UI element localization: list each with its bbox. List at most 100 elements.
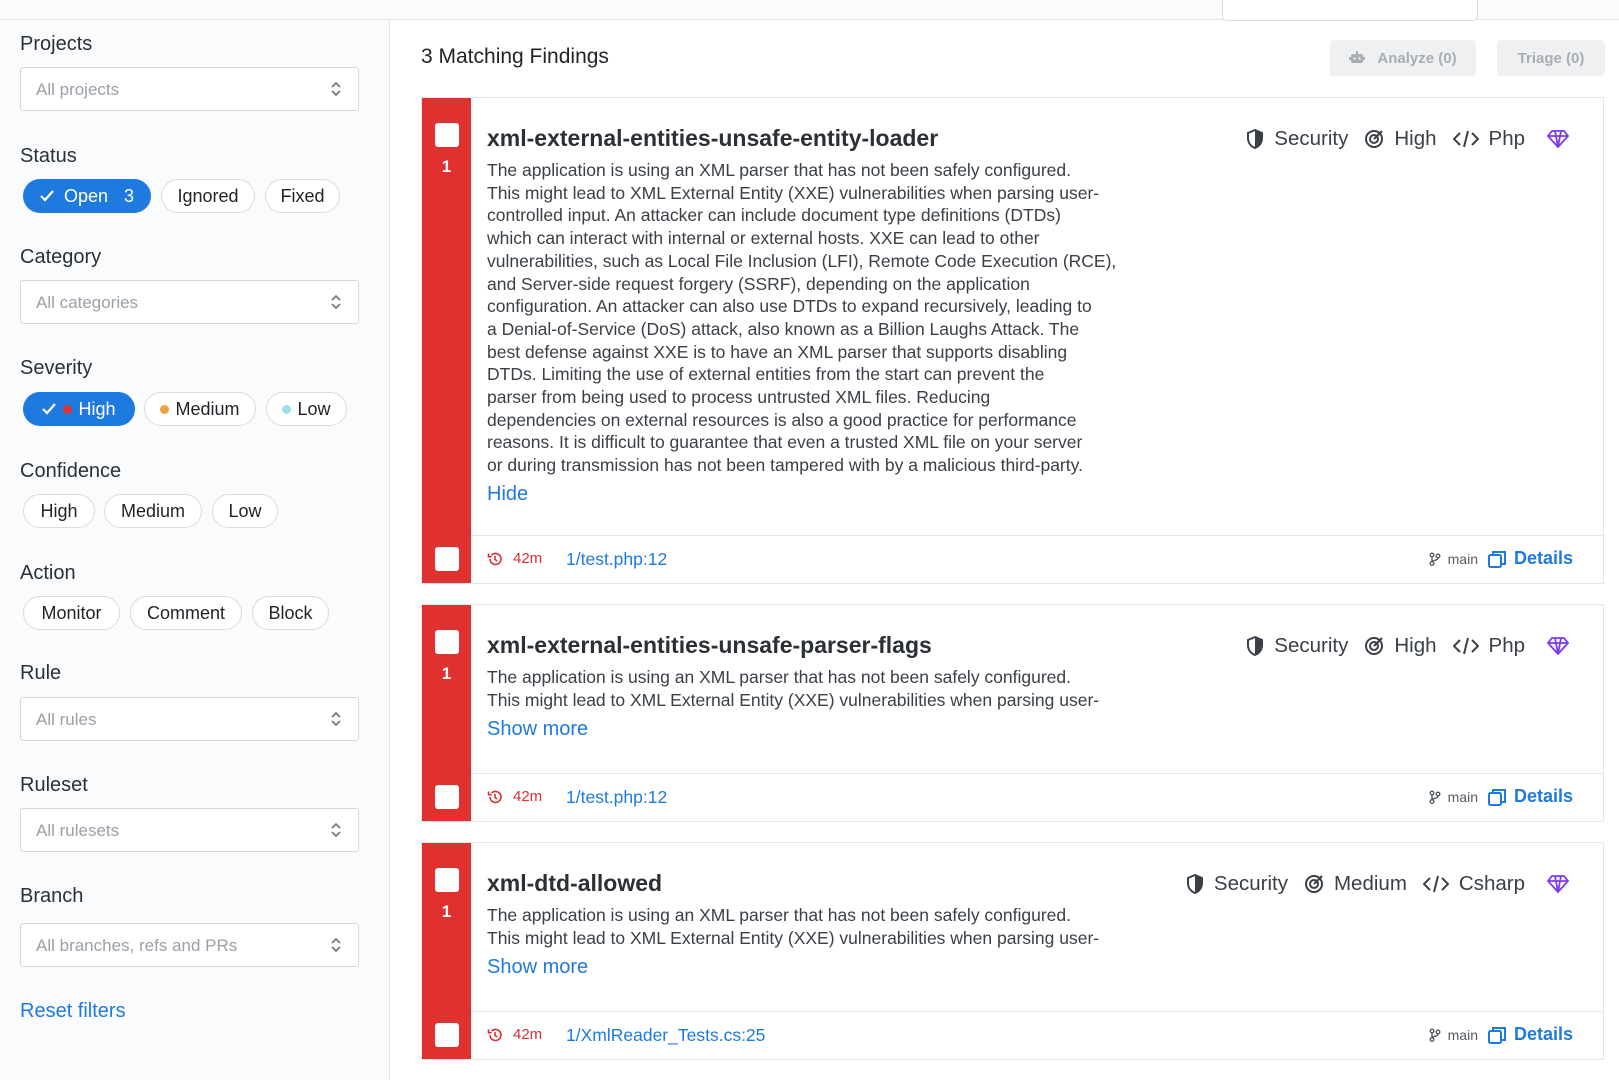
category-placeholder: All categories xyxy=(36,293,139,312)
ruleset-title: Ruleset xyxy=(20,774,88,796)
severity-low-pill[interactable]: Low xyxy=(266,392,347,426)
severity-high-dot xyxy=(63,404,73,414)
top-search-field[interactable] xyxy=(1222,0,1478,21)
branch-indicator: main xyxy=(1429,789,1478,805)
hide-description-link[interactable]: Hide xyxy=(487,483,528,506)
projects-select[interactable]: All projects xyxy=(20,67,359,111)
pro-rule-tag xyxy=(1541,637,1569,655)
git-branch-icon xyxy=(1429,552,1441,566)
branch-select[interactable]: All branches, refs and PRs xyxy=(20,923,359,967)
history-icon xyxy=(487,1028,502,1041)
action-comment-label: Comment xyxy=(146,602,226,623)
branch-label: main xyxy=(1447,1027,1478,1043)
confidence-medium-pill[interactable]: Medium xyxy=(104,494,202,528)
confidence-high-label: High xyxy=(40,500,78,521)
description-line: The application is using an XML parser t… xyxy=(487,160,1072,180)
action-block-pill[interactable]: Block xyxy=(252,596,329,630)
finding-title[interactable]: xml-external-entities-unsafe-parser-flag… xyxy=(487,632,932,659)
language-label: Csharp xyxy=(1458,872,1525,895)
severity-high-label: High xyxy=(78,398,116,419)
select-checkbox[interactable] xyxy=(435,868,459,892)
confidence-medium-label: Medium xyxy=(120,500,186,521)
analyze-label: Analyze (0) xyxy=(1377,49,1457,67)
confidence-low-label: Low xyxy=(228,500,262,521)
branch-indicator: main xyxy=(1429,551,1478,567)
file-location-link[interactable]: 1/XmlReader_Tests.cs:25 xyxy=(566,1025,765,1046)
age-label: 42m xyxy=(513,1026,543,1043)
finding-title[interactable]: xml-dtd-allowed xyxy=(487,870,662,897)
select-checkbox[interactable] xyxy=(435,630,459,654)
triage-button[interactable]: Triage (0) xyxy=(1497,40,1605,76)
code-icon xyxy=(1452,637,1479,655)
language-tag: Csharp xyxy=(1422,872,1525,896)
severity-stripe: 1 xyxy=(422,605,471,773)
action-monitor-pill[interactable]: Monitor xyxy=(23,596,120,630)
confidence-tag: Medium xyxy=(1304,872,1407,896)
target-icon xyxy=(1365,637,1384,655)
severity-medium-pill[interactable]: Medium xyxy=(144,392,256,426)
finding-title[interactable]: xml-external-entities-unsafe-entity-load… xyxy=(487,125,938,152)
severity-low-dot xyxy=(282,404,292,414)
footer-stripe xyxy=(422,1011,471,1059)
finding-tags: Security High Php xyxy=(1230,634,1569,658)
git-branch-icon xyxy=(1429,790,1441,804)
severity-medium-label: Medium xyxy=(175,398,240,419)
file-location-link[interactable]: 1/test.php:12 xyxy=(566,787,667,808)
severity-high-pill[interactable]: High xyxy=(23,392,135,426)
finding-tags: Security High Php xyxy=(1230,127,1569,151)
chevron-updown-icon xyxy=(331,937,341,953)
confidence-low-pill[interactable]: Low xyxy=(212,494,278,528)
reset-filters-link[interactable]: Reset filters xyxy=(20,1000,126,1023)
finding-age: 42m xyxy=(487,550,542,567)
occurrence-count: 1 xyxy=(441,902,452,921)
show-more-link[interactable]: Show more xyxy=(487,718,588,741)
analyze-button[interactable]: Analyze (0) xyxy=(1330,40,1476,76)
location-checkbox[interactable] xyxy=(435,1023,459,1047)
language-tag: Php xyxy=(1452,127,1525,151)
select-checkbox[interactable] xyxy=(435,123,459,147)
branch-title: Branch xyxy=(20,885,84,907)
ruleset-select[interactable]: All rulesets xyxy=(20,808,359,852)
confidence-label: High xyxy=(1394,127,1437,150)
show-more-link[interactable]: Show more xyxy=(487,956,588,979)
details-link[interactable]: Details xyxy=(1487,786,1573,807)
finding-description: The application is using an XML parser t… xyxy=(487,159,1147,481)
category-select[interactable]: All categories xyxy=(20,280,359,324)
description-line: or during transmission has not been tamp… xyxy=(487,455,1083,476)
check-icon xyxy=(42,403,57,415)
action-comment-pill[interactable]: Comment xyxy=(130,596,242,630)
diamond-icon xyxy=(1547,130,1569,148)
confidence-high-pill[interactable]: High xyxy=(23,494,95,528)
category-label: Security xyxy=(1274,634,1349,657)
window-icon xyxy=(1487,550,1506,568)
finding-card: 1 xml-external-entities-unsafe-parser-fl… xyxy=(421,604,1604,822)
severity-stripe: 1 xyxy=(422,843,471,1011)
status-ignored-pill[interactable]: Ignored xyxy=(161,179,255,213)
file-location-link[interactable]: 1/test.php:12 xyxy=(566,549,667,570)
rule-select[interactable]: All rules xyxy=(20,697,359,741)
details-link[interactable]: Details xyxy=(1487,1024,1573,1045)
severity-medium-dot xyxy=(160,404,170,414)
finding-age: 42m xyxy=(487,1026,542,1043)
location-checkbox[interactable] xyxy=(435,785,459,809)
description-line: configuration. An attacker can also use … xyxy=(487,296,1092,317)
branch-label: main xyxy=(1447,551,1478,567)
location-checkbox[interactable] xyxy=(435,547,459,571)
status-title: Status xyxy=(20,145,77,167)
projects-title: Projects xyxy=(20,33,93,55)
details-label: Details xyxy=(1513,1024,1573,1044)
ruleset-placeholder: All rulesets xyxy=(36,821,120,840)
diamond-icon xyxy=(1547,875,1569,893)
language-tag: Php xyxy=(1452,634,1525,658)
details-link[interactable]: Details xyxy=(1487,548,1573,569)
status-open-label: Open xyxy=(63,185,109,206)
shield-icon xyxy=(1186,874,1203,894)
git-branch-icon xyxy=(1429,1028,1441,1042)
status-fixed-pill[interactable]: Fixed xyxy=(265,179,340,213)
action-title: Action xyxy=(20,562,76,584)
description-line: The application is using an XML parser t… xyxy=(487,667,1072,687)
status-open-pill[interactable]: Open 3 xyxy=(23,179,151,213)
action-monitor-label: Monitor xyxy=(41,602,102,623)
status-fixed-label: Fixed xyxy=(280,185,325,206)
pro-rule-tag xyxy=(1541,875,1569,893)
